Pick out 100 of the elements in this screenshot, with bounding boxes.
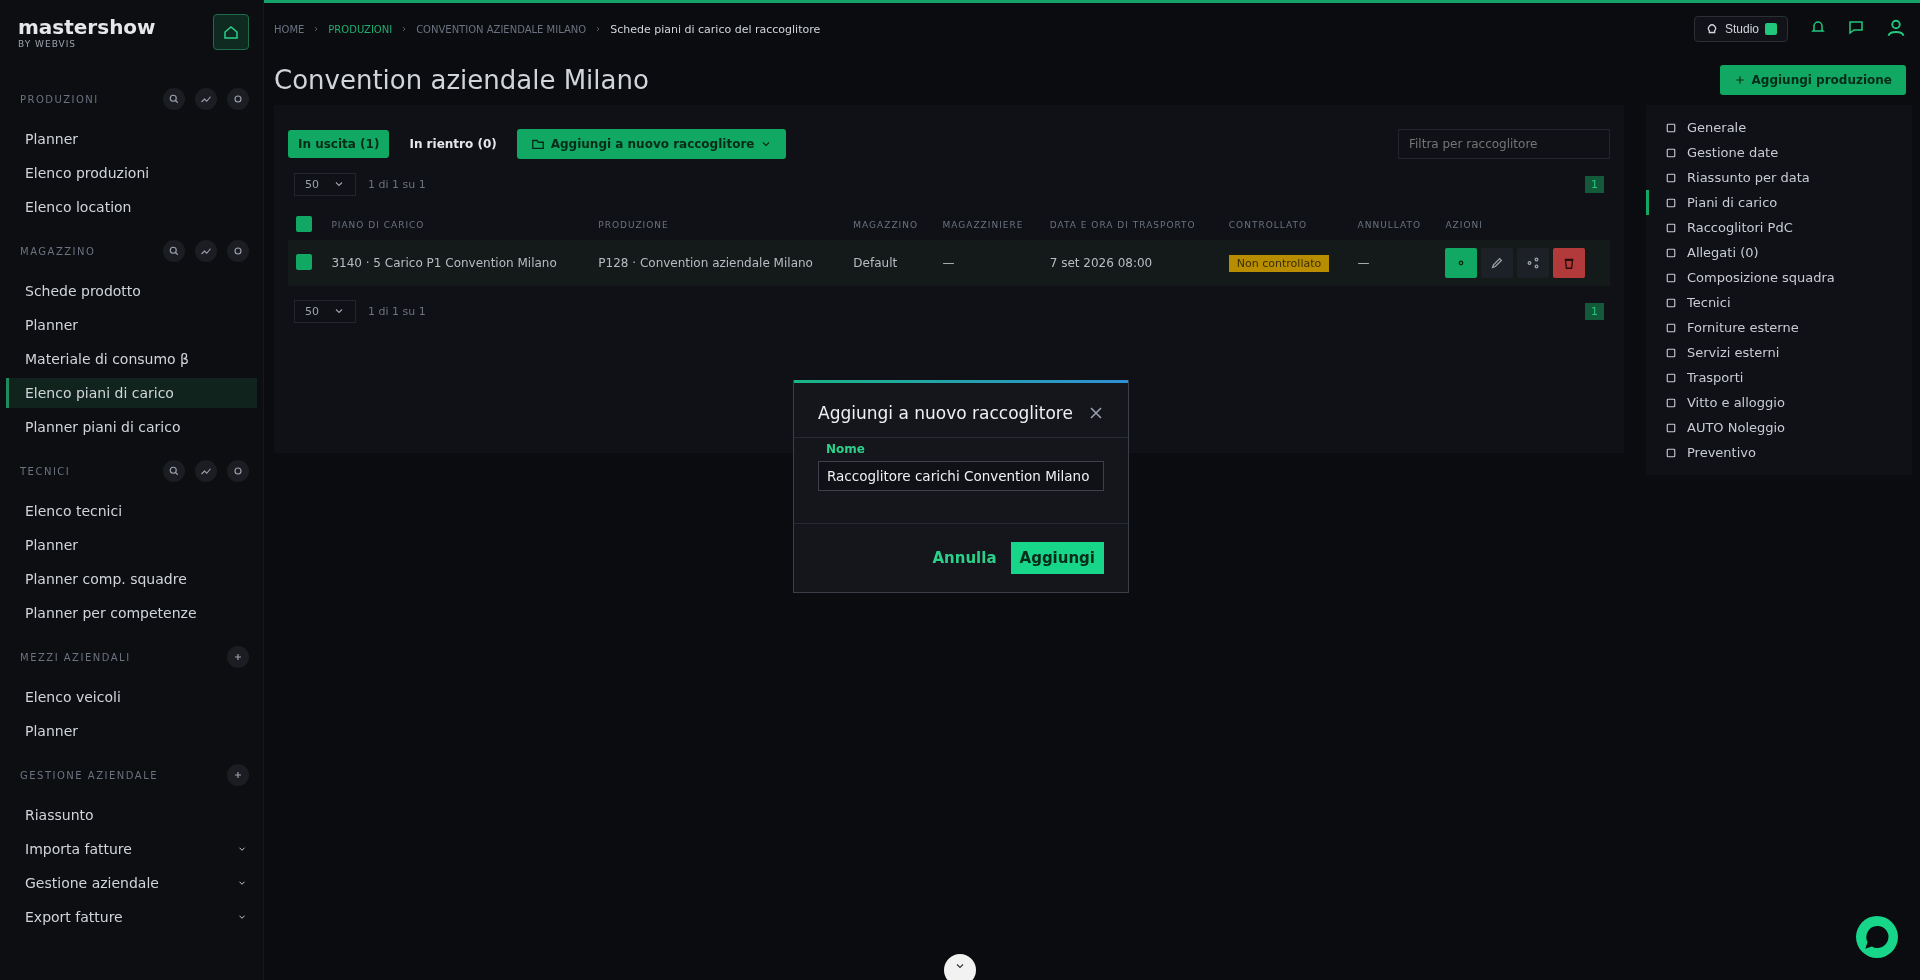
item-icon [1665,296,1677,309]
section-title: MEZZI AZIENDALI [20,651,131,663]
sidebar-item[interactable]: Planner per competenze [6,598,257,628]
item-icon [1665,446,1677,459]
sidebar-item[interactable]: Planner piani di carico [6,412,257,442]
item-icon [1665,346,1677,359]
menu-item[interactable]: Servizi esterni [1646,340,1912,365]
breadcrumb-item[interactable]: HOME [274,23,305,35]
item-icon [1665,146,1677,159]
add-to-collector-button[interactable]: Aggiungi a nuovo raccoglitore [516,129,787,159]
menu-item[interactable]: Gestione date [1646,140,1912,165]
table-cell[interactable]: 3140 · 5 Carico P1 Convention Milano [323,240,591,286]
sidebar-item[interactable]: Planner [6,530,257,560]
magnifier-glyph-icon [168,93,180,105]
delete-button[interactable] [1553,248,1586,278]
sidebar-item[interactable]: Elenco veicoli [6,682,257,712]
cancel-button[interactable]: Annulla [928,543,1001,573]
item-icon [1665,421,1677,434]
breadcrumb-item[interactable]: CONVENTION AZIENDALE MILANO [416,23,587,35]
table-cell: — [1349,240,1438,286]
page-number[interactable]: 1 [1585,303,1604,320]
column-header: PRODUZIONE [590,210,846,240]
sidebar-item[interactable]: Elenco tecnici [6,496,257,526]
settings-icon[interactable] [227,460,249,482]
table-cell[interactable]: P128 · Convention aziendale Milano [590,240,846,286]
collapse-button[interactable] [944,954,976,980]
magnifier-glyph-icon [168,465,180,477]
close-button[interactable] [1088,405,1104,421]
home-button[interactable] [213,14,249,50]
name-field[interactable]: Raccoglitore carichi Convention Milano [818,461,1104,491]
brand-logo: mastershow [18,15,156,39]
sidebar-item[interactable]: Gestione aziendale [6,868,257,898]
sidebar-item[interactable]: Schede prodotto [6,276,257,306]
menu-item[interactable]: Allegati (0) [1646,240,1912,265]
column-header: AZIONI [1437,210,1610,240]
table-cell: — [934,240,1042,286]
page-number[interactable]: 1 [1585,176,1604,193]
share-button[interactable] [1517,248,1550,278]
sidebar-item[interactable]: Planner [6,716,257,746]
section-title: MAGAZZINO [20,245,96,257]
filter-field[interactable]: Filtra per raccoglitore [1398,129,1610,159]
menu-item[interactable]: Piani di carico [1646,190,1912,215]
breadcrumb-item[interactable]: PRODUZIONI [328,23,393,35]
row-checkbox[interactable] [296,253,312,270]
tab[interactable]: In rientro (0) [399,130,507,158]
chart-icon[interactable] [195,240,217,262]
page-size-select[interactable]: 50 [294,173,356,196]
add-icon[interactable] [227,646,249,668]
sidebar-item[interactable]: Materiale di consumo β [6,344,257,374]
plus-glyph-icon [232,651,244,663]
chat-button[interactable] [1856,916,1898,958]
menu-item[interactable]: Vitto e alloggio [1646,390,1912,415]
add-icon[interactable] [227,764,249,786]
plus-icon [1733,74,1746,86]
search-icon[interactable] [163,240,185,262]
menu-item[interactable]: Tecnici [1646,290,1912,315]
sidebar-item[interactable]: Planner [6,310,257,340]
column-header: CONTROLLATO [1220,210,1350,240]
sidebar-item[interactable]: Elenco piani di carico [6,378,257,408]
view-button[interactable] [1445,248,1478,278]
section-title: PRODUZIONI [20,93,99,105]
confirm-button[interactable]: Aggiungi [1010,542,1104,574]
item-icon [1665,321,1677,334]
sidebar-item[interactable]: Importa fatture [6,834,257,864]
item-icon [1665,196,1677,209]
section-title: GESTIONE AZIENDALE [20,769,158,781]
user-avatar-icon [1886,17,1906,37]
studio-button[interactable]: Studio [1693,16,1788,42]
chat-icon [1848,19,1864,35]
settings-icon[interactable] [227,240,249,262]
sidebar-item[interactable]: Riassunto [6,800,257,830]
page-size-select[interactable]: 50 [294,300,356,323]
menu-item[interactable]: Trasporti [1646,365,1912,390]
menu-item[interactable]: Raccoglitori PdC [1646,215,1912,240]
breadcrumb-item: Schede piani di carico del raccoglitore [610,22,821,36]
item-icon [1665,121,1677,134]
sidebar-item[interactable]: Planner comp. squadre [6,564,257,594]
menu-item[interactable]: Forniture esterne [1646,315,1912,340]
column-header: MAGAZZINIERE [934,210,1042,240]
search-icon[interactable] [163,460,185,482]
menu-item[interactable]: Preventivo [1646,440,1912,465]
search-icon[interactable] [163,88,185,110]
menu-item[interactable]: Composizione squadra [1646,265,1912,290]
sidebar-item[interactable]: Elenco location [6,192,257,222]
menu-item[interactable]: Riassunto per data [1646,165,1912,190]
menu-item[interactable]: AUTO Noleggio [1646,415,1912,440]
column-header: DATA E ORA DI TRASPORTO [1041,210,1221,240]
edit-button[interactable] [1481,248,1514,278]
chart-icon[interactable] [195,88,217,110]
table-cell: Default [845,240,935,286]
chart-icon[interactable] [195,460,217,482]
sidebar-item[interactable]: Export fatture [6,902,257,932]
sidebar-item[interactable]: Elenco produzioni [6,158,257,188]
select-all-checkbox[interactable] [296,216,312,232]
sidebar-item[interactable]: Planner [6,124,257,154]
tab[interactable]: In uscita (1) [288,130,390,158]
settings-icon[interactable] [227,88,249,110]
add-production-button[interactable]: Aggiungi produzione [1719,65,1906,95]
menu-item[interactable]: Generale [1646,115,1912,140]
dialog-title: Aggiungi a nuovo raccoglitore [818,403,1073,423]
